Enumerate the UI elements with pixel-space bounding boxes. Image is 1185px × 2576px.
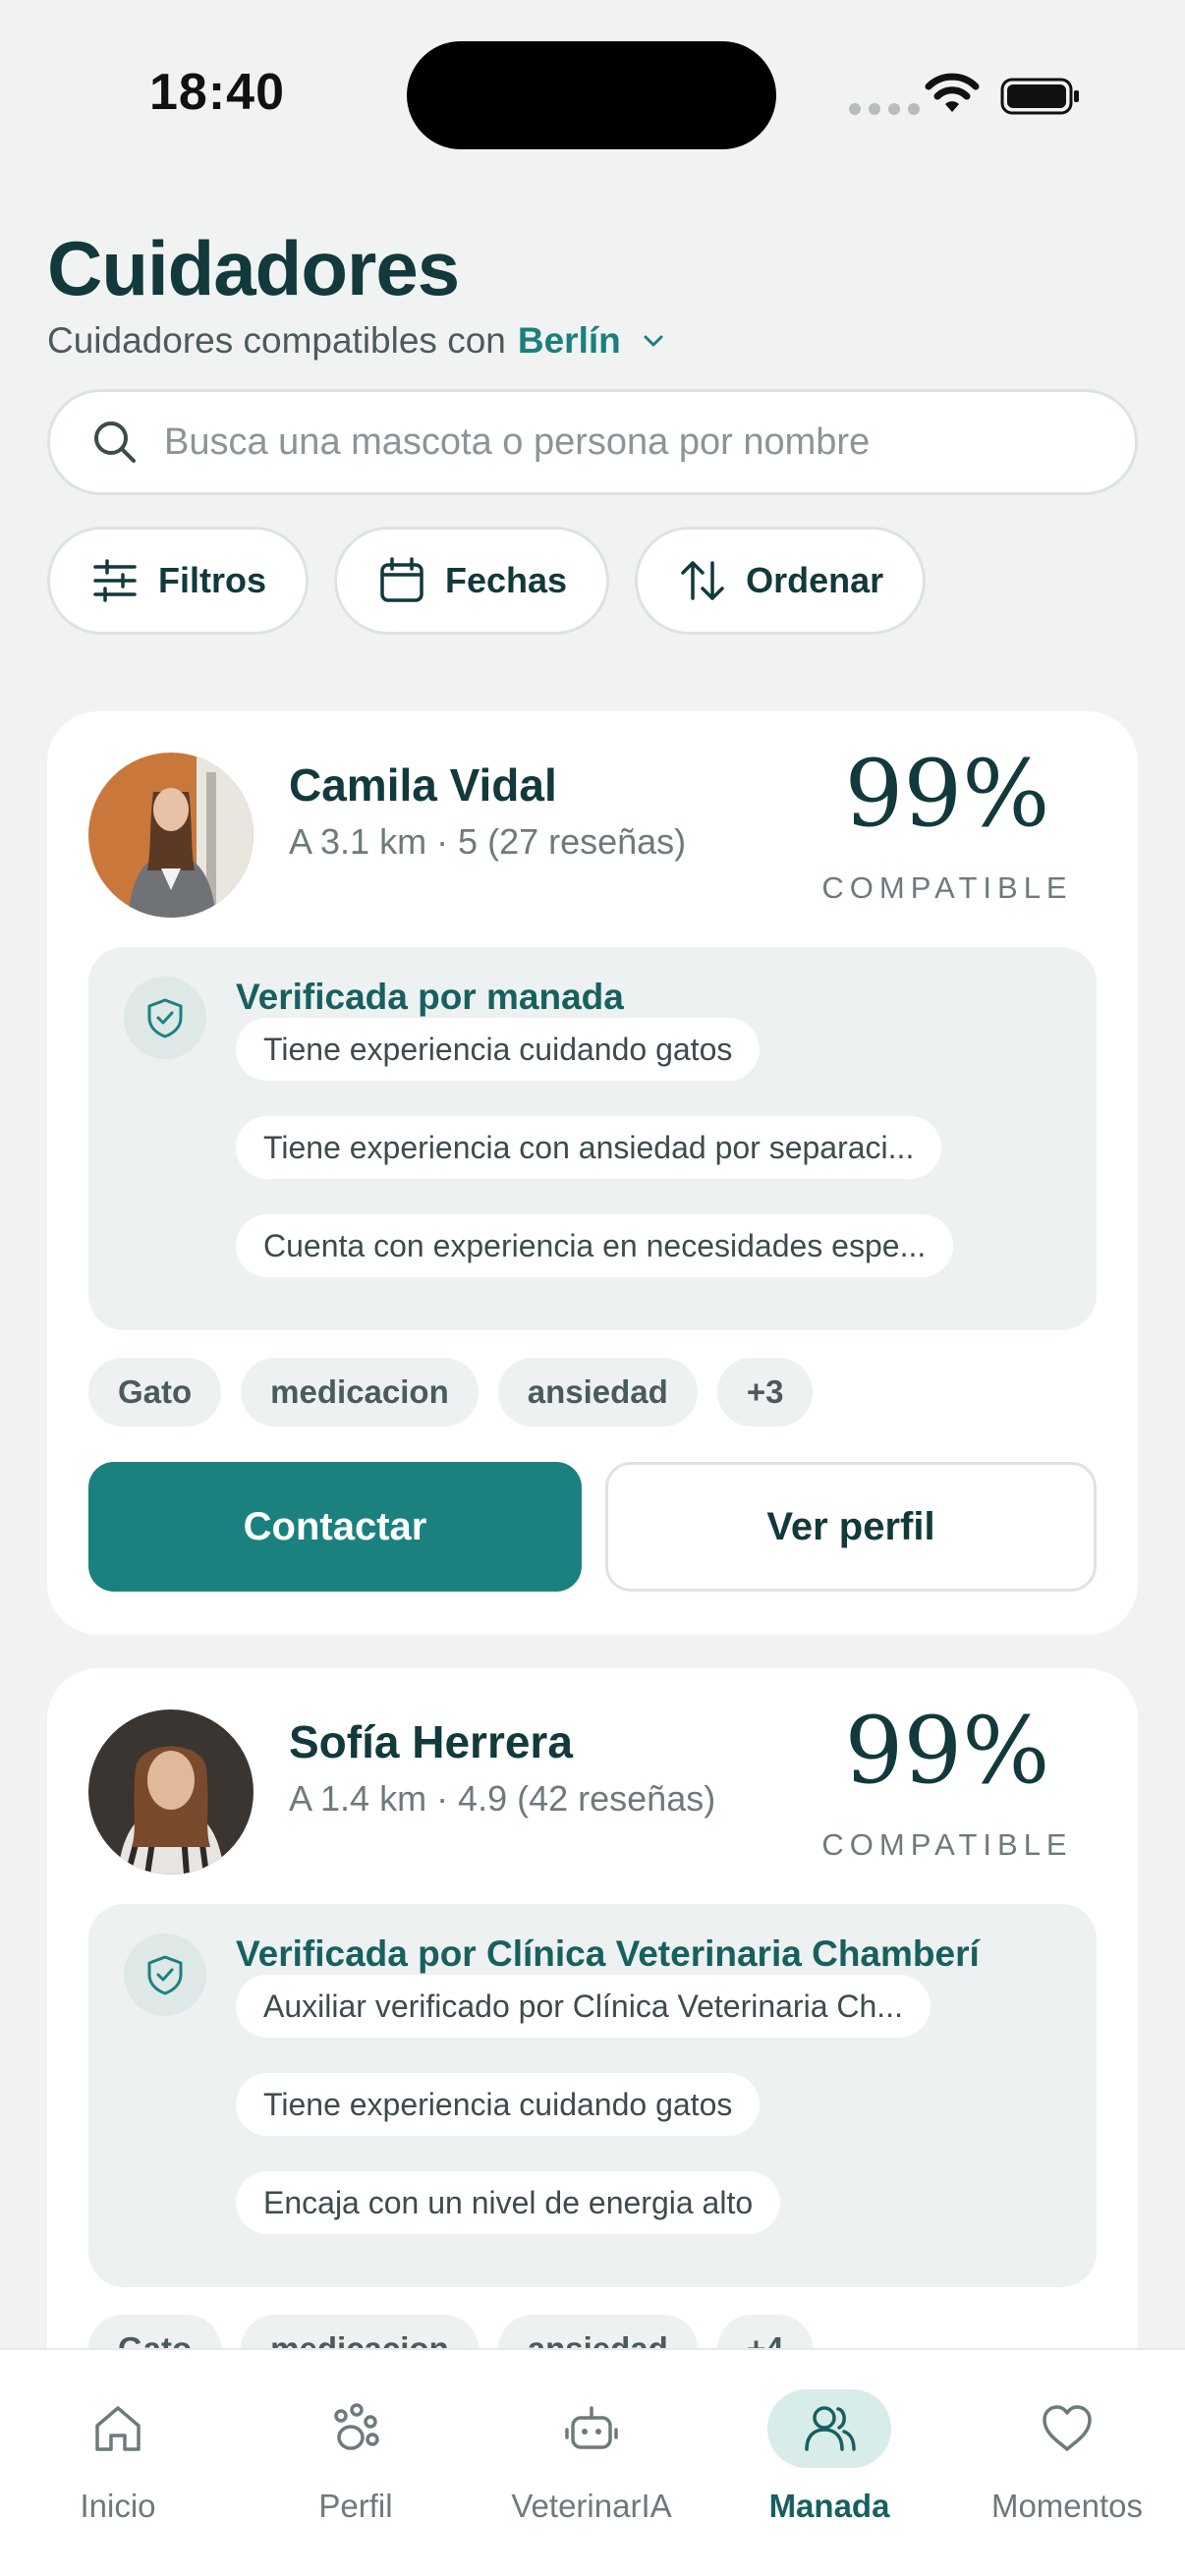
status-bar: 18:40: [0, 0, 1185, 196]
search-input[interactable]: [164, 420, 1107, 464]
nav-item-perfil[interactable]: Perfil: [238, 2389, 474, 2525]
compat-percentage: 99%: [844, 1698, 1050, 1805]
people-icon: [767, 2389, 891, 2468]
tag: ansiedad: [497, 1358, 698, 1427]
tag: Gato: [88, 1358, 222, 1427]
search-icon: [94, 421, 136, 463]
shield-check-icon: [124, 977, 206, 1059]
wifi-icon: [925, 73, 980, 112]
location-selector[interactable]: Cuidadores compatibles con Berlín: [47, 320, 668, 362]
caregiver-photo: [88, 753, 254, 918]
highlight-pill: Auxiliar verificado por Clínica Veterina…: [236, 1975, 931, 2038]
nav-label: Manada: [768, 2488, 890, 2524]
caregiver-photo: [88, 1709, 254, 1875]
highlight-pill: Tiene experiencia cuidando gatos: [236, 2073, 761, 2136]
filters-button[interactable]: Filtros: [47, 527, 310, 635]
nav-label: VeterinarIA: [511, 2488, 672, 2524]
more-tags[interactable]: +3: [716, 1358, 814, 1427]
sort-icon: [681, 561, 724, 600]
nav-item-momentos[interactable]: Momentos: [949, 2389, 1185, 2525]
contact-button[interactable]: Contactar: [88, 1462, 582, 1592]
avatar[interactable]: [88, 1709, 254, 1875]
verification-box: Verificada por manada Tiene experiencia …: [88, 947, 1097, 1330]
filters-label: Filtros: [158, 560, 267, 600]
highlight-pill: Encaja con un nivel de energia alto: [236, 2171, 781, 2234]
highlight-pill: Tiene experiencia con ansiedad por separ…: [236, 1116, 942, 1179]
dates-button[interactable]: Fechas: [334, 527, 610, 635]
chevron-down-icon[interactable]: [639, 326, 668, 356]
caregiver-card[interactable]: Camila Vidal A 3.1 km · 5 (27 reseñas) 9…: [47, 711, 1138, 1635]
view-profile-button[interactable]: Ver perfil: [605, 1462, 1097, 1592]
search-bar[interactable]: [47, 389, 1138, 495]
nav-item-manada[interactable]: Manada: [711, 2389, 947, 2525]
caregiver-name[interactable]: Sofía Herrera: [289, 1715, 573, 1768]
paw-icon: [294, 2389, 418, 2468]
bottom-nav: Inicio Perfil VeterinarIA Manada Momento…: [0, 2348, 1185, 2576]
compat-label: COMPATIBLE: [821, 870, 1073, 905]
caregiver-meta: A 1.4 km · 4.9 (42 reseñas): [289, 1778, 716, 1819]
subtitle-text: Cuidadores compatibles con: [47, 320, 506, 361]
caregiver-name[interactable]: Camila Vidal: [289, 758, 557, 812]
highlight-pill: Cuenta con experiencia en necesidades es…: [236, 1214, 954, 1277]
sort-label: Ordenar: [746, 560, 884, 600]
robot-icon: [530, 2389, 653, 2468]
dynamic-island: [407, 41, 776, 149]
dates-label: Fechas: [445, 560, 568, 600]
verification-box: Verificada por Clínica Veterinaria Chamb…: [88, 1904, 1097, 2287]
city-name[interactable]: Berlín: [518, 320, 621, 362]
nav-label: Inicio: [80, 2488, 156, 2524]
compat-percentage: 99%: [844, 741, 1050, 848]
nav-label: Perfil: [318, 2488, 393, 2524]
filter-bar: Filtros Fechas Ordenar: [47, 527, 927, 635]
home-icon: [56, 2389, 180, 2468]
page-title: Cuidadores: [47, 225, 460, 311]
nav-item-veterinaria[interactable]: VeterinarIA: [474, 2389, 709, 2525]
caregiver-meta: A 3.1 km · 5 (27 reseñas): [289, 821, 687, 862]
sliders-icon: [93, 559, 137, 602]
compat-label: COMPATIBLE: [821, 1827, 1073, 1862]
sort-button[interactable]: Ordenar: [635, 527, 927, 635]
status-time: 18:40: [149, 64, 285, 121]
nav-item-inicio[interactable]: Inicio: [0, 2389, 236, 2525]
verified-by: Verificada por manada: [236, 977, 624, 1017]
calendar-icon: [380, 557, 423, 602]
verified-by: Verificada por Clínica Veterinaria Chamb…: [236, 1933, 980, 1974]
highlight-pill: Tiene experiencia cuidando gatos: [236, 1018, 761, 1081]
avatar[interactable]: [88, 753, 254, 918]
shield-check-icon: [124, 1933, 206, 2016]
heart-icon: [1005, 2389, 1129, 2468]
tag-list: Gato medicacion ansiedad +3: [88, 1358, 814, 1427]
battery-icon: [1000, 78, 1079, 115]
tag: medicacion: [241, 1358, 479, 1427]
signal-icon: [849, 103, 920, 115]
nav-label: Momentos: [990, 2488, 1144, 2524]
